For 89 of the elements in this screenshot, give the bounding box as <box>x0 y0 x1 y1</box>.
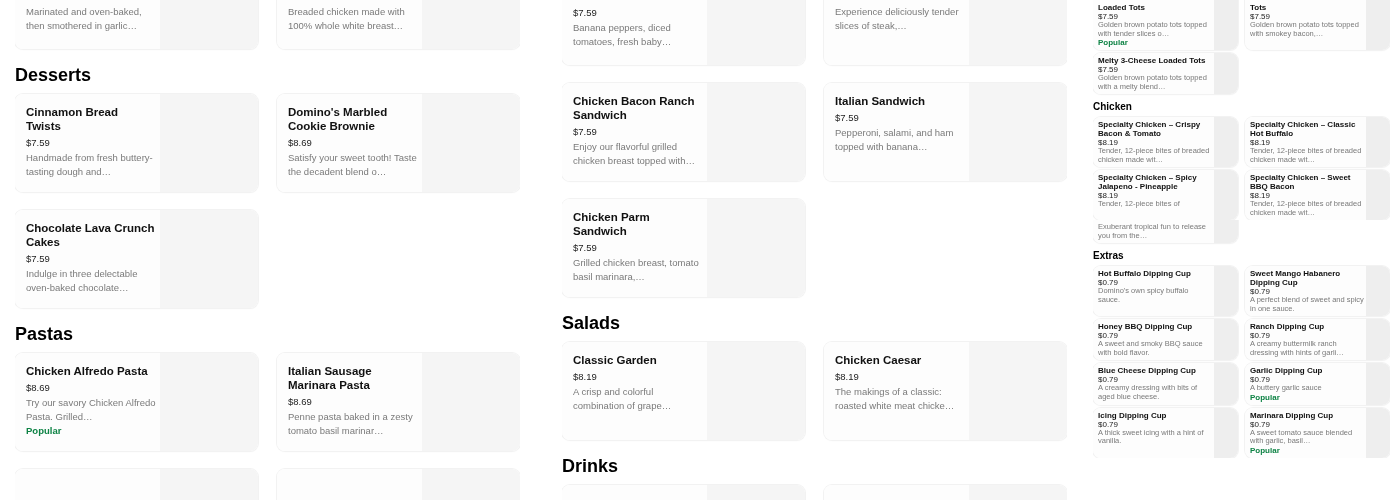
item-description: Satisfy your sweet tooth! Taste the decadent blend o… <box>288 151 418 179</box>
popular-label: Popular <box>1250 392 1281 402</box>
section-heading: Pastas <box>15 326 75 342</box>
item-price: $8.69 <box>288 395 313 408</box>
item-title: Classic Garden <box>573 353 658 367</box>
menu-item-card[interactable]: Italian Sandwich $7.59 Pepperoni, salami, and ham topped with banana… <box>824 83 1067 181</box>
item-description: Banana peppers, diced tomatoes, fresh baby… <box>573 21 673 49</box>
item-price: $7.59 <box>26 252 51 265</box>
item-price: $0.79 <box>1098 419 1119 429</box>
item-title: Marinara Dipping Cup <box>1250 410 1335 420</box>
item-title: Ranch Dipping Cup <box>1250 322 1326 331</box>
menu-item-card[interactable]: Domino's Marbled Cookie Brownie $8.69 Satisfy your sweet tooth! Taste the decadent blend o… <box>277 94 520 192</box>
section-heading: Salads <box>562 315 622 331</box>
item-title: Specialty Chicken – Classic Hot Buffalo <box>1250 120 1357 138</box>
item-description: The makings of a classic: roasted white meat chicke… <box>835 385 956 413</box>
item-title: Honey BBQ Dipping Cup <box>1098 322 1194 331</box>
item-price: $7.59 <box>573 241 598 254</box>
item-price: $7.59 <box>573 125 598 138</box>
item-title: Icing Dipping Cup <box>1098 410 1168 420</box>
item-title: Specialty Chicken – Crispy Bacon & Tomato <box>1098 120 1202 138</box>
item-price: $7.59 <box>26 136 51 149</box>
item-price: $7.59 <box>835 111 860 124</box>
item-description: Penne pasta baked in a zesty tomato basil marinar… <box>288 410 414 438</box>
popular-label: Popular <box>1098 38 1129 47</box>
item-description: Grilled chicken breast, tomato basil marinara,… <box>573 256 700 284</box>
popular-label: Popular <box>1250 445 1281 455</box>
item-title: Loaded Tots <box>1098 3 1146 12</box>
menu-item-card[interactable]: Experience deliciously tender slices of steak,… <box>824 0 1067 65</box>
item-title: Melty 3-Cheese Loaded Tots <box>1098 56 1207 65</box>
item-description: Try our savory Chicken Alfredo Pasta. Grilled… <box>26 396 156 424</box>
menu-item-card[interactable]: Classic Garden $8.19 A crisp and colorful combination of grape… <box>562 342 805 440</box>
popular-label: Popular <box>26 424 63 438</box>
item-description: A crisp and colorful combination of grape… <box>573 385 673 413</box>
item-title: Chicken Bacon Ranch Sandwich <box>573 94 696 122</box>
item-price: $0.79 <box>1250 287 1272 296</box>
menu-item-card[interactable]: Chicken Bacon Ranch Sandwich $7.59 Enjoy our flavorful grilled chicken breast topped with… <box>562 83 805 181</box>
item-title: Italian Sandwich <box>835 94 927 108</box>
item-price: $7.59 <box>1250 12 1272 21</box>
item-title: Italian Sausage Marinara Pasta <box>288 364 373 392</box>
item-title: Tots <box>1250 3 1268 12</box>
item-description: Experience deliciously tender slices of steak,… <box>835 5 960 33</box>
item-price: $8.69 <box>26 381 51 394</box>
menu-item-card[interactable]: Chicken Parm Sandwich $7.59 Grilled chicken breast, tomato basil marinara,… <box>562 199 805 297</box>
item-price: $0.79 <box>1098 278 1120 287</box>
item-description: Indulge in three delectable oven-baked chocolate… <box>26 267 139 295</box>
item-price: $7.59 <box>573 6 598 19</box>
section-heading: Chicken <box>1093 101 1133 112</box>
item-price: $0.79 <box>1098 375 1120 384</box>
item-price: $7.59 <box>1098 65 1120 74</box>
item-description: Pepperoni, salami, and ham topped with banana… <box>835 126 955 154</box>
item-price: $7.59 <box>1098 12 1120 21</box>
section-heading: Extras <box>1093 250 1125 261</box>
item-title: Chicken Parm Sandwich <box>573 210 651 238</box>
menu-item-card[interactable]: $7.59 Banana peppers, diced tomatoes, fresh baby… <box>562 0 805 65</box>
item-title: Blue Cheese Dipping Cup <box>1098 366 1197 375</box>
section-heading: Desserts <box>15 67 93 83</box>
menu-item-card[interactable]: Chicken Caesar $8.19 The makings of a classic: roasted white meat chicke… <box>824 342 1067 440</box>
item-title: Cinnamon Bread Twists <box>26 105 119 133</box>
item-price: $8.19 <box>835 370 860 383</box>
item-title: Chicken Alfredo Pasta <box>26 364 149 378</box>
item-price: $8.19 <box>1250 138 1272 147</box>
item-title: Garlic Dipping Cup <box>1250 366 1324 375</box>
item-title: Specialty Chicken – Spicy Jalapeno - Pineapple <box>1098 173 1198 191</box>
item-price: $0.79 <box>1098 331 1120 340</box>
item-title: Chocolate Lava Crunch Cakes <box>26 221 156 249</box>
item-description: Enjoy our flavorful grilled chicken breast topped with… <box>573 140 696 168</box>
section-heading: Drinks <box>562 458 620 474</box>
menu-item-card[interactable]: Breaded chicken made with 100% whole white breast… <box>277 0 520 49</box>
item-description: Marinated and oven-baked, then smothered in garlic… <box>26 5 143 33</box>
menu-item-card[interactable]: Cinnamon Bread Twists $7.59 Handmade from fresh buttery-tasting dough and… <box>15 94 258 192</box>
item-title: Chicken Caesar <box>835 353 923 367</box>
item-price: $0.79 <box>1250 375 1272 384</box>
item-price: $0.79 <box>1250 419 1272 429</box>
item-price: $8.19 <box>573 370 598 383</box>
menu-item-card[interactable]: Chocolate Lava Crunch Cakes $7.59 Indulge in three delectable oven-baked chocolate… <box>15 210 258 308</box>
item-price: $8.19 <box>1250 191 1272 200</box>
item-title: Hot Buffalo Dipping Cup <box>1098 269 1192 278</box>
item-price: $8.69 <box>288 136 313 149</box>
menu-item-card[interactable]: Italian Sausage Marinara Pasta $8.69 Penne pasta baked in a zesty tomato basil marinar… <box>277 353 520 451</box>
item-title: Sweet Mango Habanero Dipping Cup <box>1250 269 1342 287</box>
item-title: Specialty Chicken – Sweet BBQ Bacon <box>1250 173 1352 191</box>
item-description: Breaded chicken made with 100% whole white breast… <box>288 5 406 33</box>
item-price: $8.19 <box>1098 191 1120 200</box>
item-price: $0.79 <box>1250 331 1272 340</box>
menu-item-card[interactable]: Marinated and oven-baked, then smothered in garlic… <box>15 0 258 49</box>
item-description: Handmade from fresh buttery-tasting dough and… <box>26 151 154 179</box>
item-title: Domino's Marbled Cookie Brownie <box>288 105 389 133</box>
item-price: $8.19 <box>1098 138 1120 147</box>
menu-item-card[interactable]: Chicken Alfredo Pasta $8.69 Try our savory Chicken Alfredo Pasta. Grilled… Popular <box>15 353 258 451</box>
